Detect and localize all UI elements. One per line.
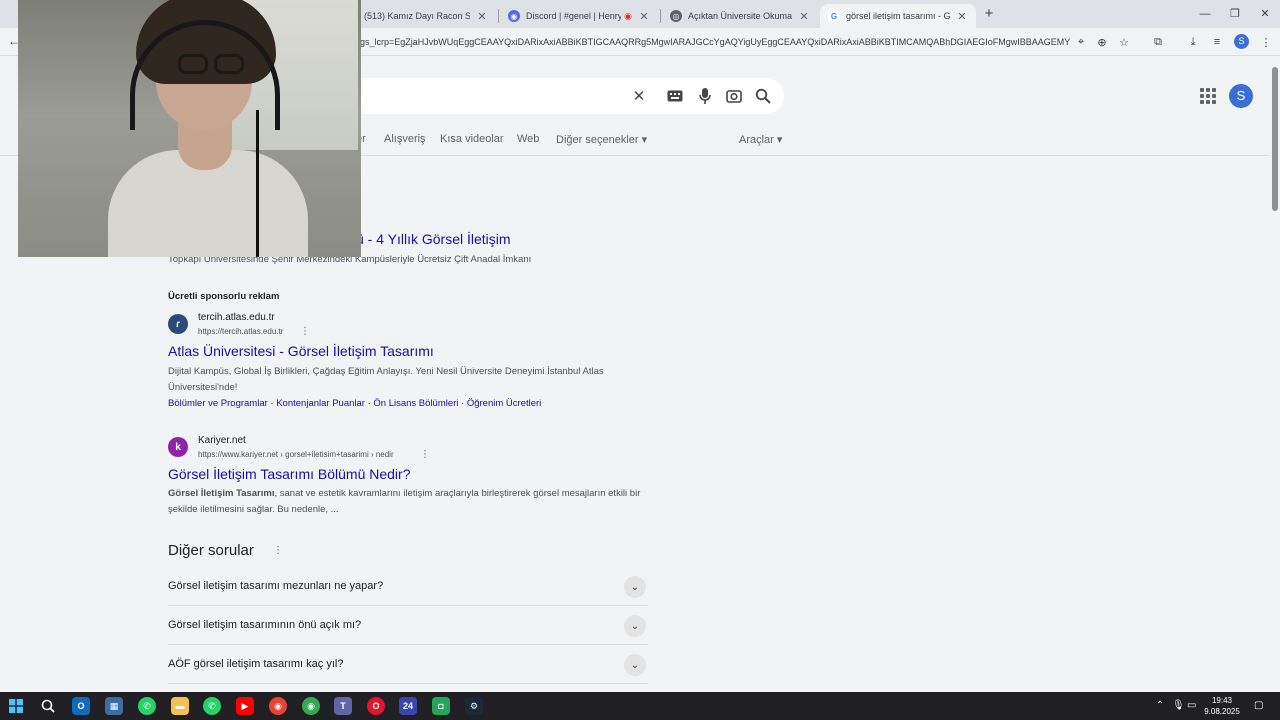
bookmark-star-icon[interactable]: ☆ <box>1116 34 1132 50</box>
outlook-icon[interactable]: O <box>72 697 90 715</box>
organic-site-name: Kariyer.net <box>198 435 246 446</box>
paa-question[interactable]: AÖF görsel iletişim tasarımı kaç yıl? ⌄ <box>168 645 648 684</box>
location-icon[interactable]: ⌖ <box>1073 34 1089 50</box>
tab-separator <box>660 9 661 23</box>
tab-short-videos[interactable]: Kısa videolar <box>440 133 504 145</box>
atlas-site-icon: ɾ <box>168 314 188 334</box>
microphone-icon[interactable] <box>696 87 714 105</box>
tab-title: Discord | #genel | HenryS44 <box>526 11 622 21</box>
zoom-icon[interactable]: ⊕ <box>1094 34 1110 50</box>
clock-time: 19:43 <box>1211 696 1233 705</box>
menu-kebab-icon[interactable]: ⋮ <box>1258 34 1274 50</box>
close-tab-icon[interactable]: ✕ <box>798 10 810 23</box>
kariyer-site-icon: k <box>168 437 188 457</box>
tab-more-options[interactable]: Diğer seçenekler ▾ <box>556 133 647 146</box>
tab-title: Açıktan Üniversite Okumak - Pl <box>688 11 792 21</box>
tab-shopping[interactable]: Alışveriş <box>384 133 426 145</box>
organic-site-url: https://www.kariyer.net › gorsel+iletisi… <box>198 450 394 459</box>
search-icon[interactable] <box>754 87 772 105</box>
tab-web[interactable]: Web <box>517 133 539 145</box>
ad-result-title[interactable]: ü - 4 Yıllık Görsel İletişim <box>356 231 511 247</box>
paa-question-text: Görsel iletişim tasarımı mezunları ne ya… <box>168 580 384 592</box>
system-clock[interactable]: 19:43 9.08.2025 <box>1196 695 1248 717</box>
clock-date: 9.08.2025 <box>1204 707 1240 716</box>
start-icon[interactable] <box>7 697 25 715</box>
scrollbar-thumb[interactable] <box>1272 67 1278 211</box>
tab-google-active[interactable]: G görsel iletişim tasarımı - Googl ✕ <box>820 4 976 28</box>
whatsapp-desktop-icon[interactable]: ✆ <box>203 697 221 715</box>
result-menu-icon[interactable]: ⋮ <box>300 327 310 337</box>
snippet-bold-term: Görsel İletişim Tasarımı <box>168 488 275 499</box>
close-tab-icon[interactable]: ✕ <box>956 10 968 23</box>
organic-title-link[interactable]: Görsel İletişim Tasarımı Bölümü Nedir? <box>168 466 410 482</box>
ad-snippet: Dijital Kampüs, Global İş Birlikleri, Ça… <box>168 366 604 393</box>
chrome-icon[interactable]: ◉ <box>269 697 287 715</box>
youtube-app-icon[interactable]: ▶ <box>236 697 254 715</box>
organic-snippet: Görsel İletişim Tasarımı, sanat ve estet… <box>168 486 648 518</box>
people-also-ask-heading: Diğer sorular <box>168 542 254 559</box>
teams-icon[interactable]: T <box>334 697 352 715</box>
webcam-overlay <box>18 0 361 257</box>
microphone-tray-icon[interactable]: 🎙 <box>1172 700 1185 711</box>
recording-icon: ◉ <box>624 10 632 21</box>
tab-title: görsel iletişim tasarımı - Googl <box>846 11 950 21</box>
app-24-icon[interactable]: 24 <box>399 697 417 715</box>
ad-site-url: https://tercih.atlas.edu.tr <box>198 327 284 336</box>
media-control-icon[interactable]: ≡ <box>1209 34 1225 50</box>
chevron-down-icon[interactable]: ⌄ <box>624 654 646 676</box>
opera-icon[interactable]: O <box>367 697 385 715</box>
close-tab-icon[interactable]: ✕ <box>476 10 488 23</box>
tab-separator <box>498 9 499 23</box>
tray-chevron-icon[interactable]: ⌃ <box>1156 700 1164 711</box>
tools-button[interactable]: Araçlar ▾ <box>739 133 782 146</box>
ad-title-link[interactable]: Atlas Üniversitesi - Görsel İletişim Tas… <box>168 343 434 359</box>
google-icon: G <box>828 10 840 22</box>
chrome-profile-icon[interactable]: ◉ <box>302 697 320 715</box>
page-scrollbar[interactable] <box>1270 57 1280 692</box>
sponsored-label: Ücretli sponsorlu reklam <box>168 291 280 302</box>
result-menu-icon[interactable]: ⋮ <box>420 450 430 460</box>
paa-question-text: Görsel iletişim tasarımının önü açık mı? <box>168 619 362 631</box>
tab-acikogretim[interactable]: ◎ Açıktan Üniversite Okumak - Pl ✕ <box>662 4 818 28</box>
steam-icon[interactable]: ⚙ <box>465 697 483 715</box>
google-apps-icon[interactable] <box>1200 88 1216 104</box>
tab-title: (513) Kamız Dayı Racon Sahnel <box>364 11 470 21</box>
keyboard-icon[interactable] <box>666 87 684 105</box>
extensions-icon[interactable]: ⧉ <box>1150 34 1166 50</box>
close-tab-icon[interactable]: ✕ <box>638 10 650 23</box>
clear-search-icon[interactable]: ✕ <box>630 87 648 105</box>
site-icon: ◎ <box>670 10 682 22</box>
ad-sitelinks[interactable]: Bölümler ve Programlar · Kontenjanlar Pu… <box>168 398 541 409</box>
webcam-headset-cable <box>256 110 259 257</box>
file-explorer-icon[interactable]: ▬ <box>171 697 189 715</box>
paa-question-text: AÖF görsel iletişim tasarımı kaç yıl? <box>168 658 344 670</box>
restore-button[interactable]: ❐ <box>1220 4 1250 24</box>
paa-menu-icon[interactable]: ⋮ <box>273 546 283 556</box>
paa-question[interactable]: Görsel iletişim tasarımı mezunları ne ya… <box>168 567 648 606</box>
discord-icon: ◉ <box>508 10 520 22</box>
tab-youtube[interactable]: (513) Kamız Dayı Racon Sahnel ✕ <box>356 4 496 28</box>
lens-camera-icon[interactable] <box>725 87 743 105</box>
paa-question[interactable]: Görsel iletişim tasarımının önü açık mı?… <box>168 606 648 645</box>
search-icon[interactable] <box>39 697 57 715</box>
notifications-icon[interactable]: ▢ <box>1254 700 1263 711</box>
chevron-down-icon[interactable]: ⌄ <box>624 615 646 637</box>
google-account-avatar[interactable]: S <box>1229 84 1253 108</box>
discord-app-icon[interactable]: ◘ <box>432 697 450 715</box>
ad-site-name: tercih.atlas.edu.tr <box>198 312 275 323</box>
tab-discord[interactable]: ◉ Discord | #genel | HenryS44 ◉ ✕ <box>500 4 658 28</box>
download-icon[interactable]: ⤓ <box>1185 34 1201 50</box>
windows-taskbar: O ▦ ✆ ▬ ✆ ▶ ◉ ◉ T O 24 ◘ ⚙ ⌃ 🎙 ▭ 19:43 9… <box>0 692 1280 720</box>
minimize-button[interactable]: — <box>1190 4 1220 24</box>
whatsapp-icon[interactable]: ✆ <box>138 697 156 715</box>
store-icon[interactable]: ▦ <box>105 697 123 715</box>
profile-avatar[interactable]: S <box>1234 34 1249 49</box>
new-tab-button[interactable]: + <box>980 5 998 23</box>
close-window-button[interactable]: ✕ <box>1250 4 1280 24</box>
search-box[interactable]: ✕ <box>340 78 784 114</box>
chevron-down-icon[interactable]: ⌄ <box>624 576 646 598</box>
address-bar[interactable]: gs_lcrp=EgZjaHJvbWUqEggCEAAYQxiDARixAxiA… <box>360 31 1070 53</box>
